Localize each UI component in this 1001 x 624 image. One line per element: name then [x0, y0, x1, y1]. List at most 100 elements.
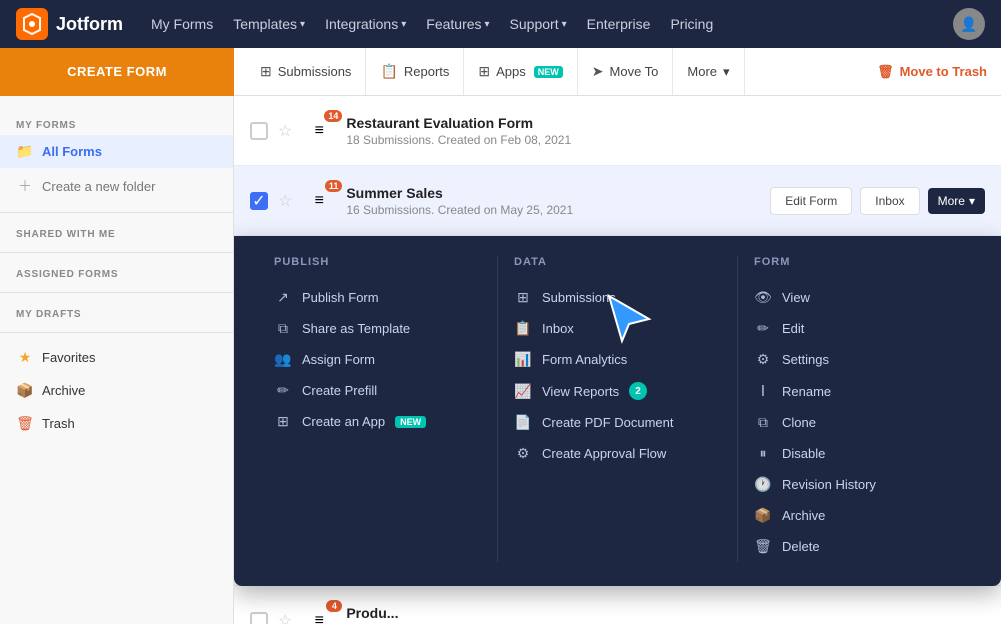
form-star-0[interactable]: ☆ [278, 121, 292, 141]
archive-item[interactable]: 📦 Archive [754, 500, 961, 531]
form-checkbox-1[interactable]: ✓ [250, 192, 268, 210]
disable-item[interactable]: ⏸ Disable [754, 438, 961, 469]
data-col-title: DATA [514, 256, 721, 268]
reports-count-badge: 2 [629, 382, 647, 400]
form-name-1: Summer Sales [346, 185, 760, 201]
apps-button[interactable]: ⊞ Apps NEW [464, 48, 577, 95]
data-submissions-item[interactable]: ⊞ Submissions [514, 282, 721, 313]
analytics-icon: 📊 [514, 351, 532, 368]
create-pdf-item[interactable]: 📄 Create PDF Document [514, 407, 721, 438]
form-actions-1: Edit Form Inbox More ▾ [770, 187, 985, 215]
main-layout: MY FORMS 📁 All Forms ＋ Create a new fold… [0, 96, 1001, 624]
edit-icon: ✏ [754, 320, 772, 337]
view-item[interactable]: 👁 View [754, 282, 961, 313]
data-inbox-icon: 📋 [514, 320, 532, 337]
nav-my-forms[interactable]: My Forms [151, 16, 213, 32]
form-info-1: Summer Sales 16 Submissions. Created on … [346, 185, 760, 217]
trash-icon: 🗑 [877, 64, 894, 80]
form-count-1: 11 [325, 180, 343, 192]
publish-form-item[interactable]: ↗ Publish Form [274, 282, 481, 313]
form-star-1[interactable]: ☆ [278, 191, 292, 211]
form-star-7[interactable]: ☆ [278, 611, 292, 624]
shared-section-title: SHARED WITH ME [0, 221, 233, 244]
sidebar-divider-4 [0, 332, 233, 333]
form-row-7: ☆ ≡ 4 Produ... 4 Subm... [234, 586, 1001, 624]
data-submissions-icon: ⊞ [514, 289, 532, 306]
sidebar-create-folder[interactable]: ＋ Create a new folder [0, 168, 233, 204]
user-avatar[interactable]: 👤 [953, 8, 985, 40]
approval-icon: ⚙ [514, 445, 532, 462]
form-checkbox-7[interactable] [250, 612, 268, 624]
share-icon: ⧉ [274, 320, 292, 337]
form-col-title: FORM [754, 256, 961, 268]
moveto-icon: ➤ [592, 63, 604, 80]
more-label: More [938, 194, 965, 208]
delete-item[interactable]: 🗑 Delete [754, 531, 961, 562]
nav-templates[interactable]: Templates ▾ [233, 16, 305, 32]
clone-item[interactable]: ⧉ Clone [754, 407, 961, 438]
submissions-button[interactable]: ⊞ Submissions [246, 48, 366, 95]
reports-button[interactable]: 📋 Reports [366, 48, 464, 95]
toolbar-actions: ⊞ Submissions 📋 Reports ⊞ Apps NEW ➤ Mov… [234, 48, 757, 95]
nav-integrations[interactable]: Integrations ▾ [325, 16, 406, 32]
move-to-trash-button[interactable]: 🗑 Move to Trash [863, 48, 1001, 95]
rename-item[interactable]: Ⅰ Rename [754, 375, 961, 407]
edit-item[interactable]: ✏ Edit [754, 313, 961, 344]
share-template-item[interactable]: ⧉ Share as Template [274, 313, 481, 344]
nav-support[interactable]: Support ▾ [510, 16, 567, 32]
moveto-button[interactable]: ➤ Move To [578, 48, 674, 95]
templates-chevron: ▾ [300, 19, 305, 30]
sidebar-trash[interactable]: 🗑 Trash [0, 407, 233, 440]
publish-col-title: PUBLISH [274, 256, 481, 268]
nav-features[interactable]: Features ▾ [426, 16, 489, 32]
my-forms-section-title: MY FORMS [0, 112, 233, 135]
more-dropdown-menu: PUBLISH ↗ Publish Form ⧉ Share as Templa… [234, 236, 1001, 586]
more-chevron-icon: ▾ [723, 64, 730, 80]
sidebar-favorites[interactable]: ★ Favorites [0, 341, 233, 374]
sidebar-divider-2 [0, 252, 233, 253]
add-folder-icon: ＋ [16, 176, 34, 196]
revision-history-item[interactable]: 🕐 Revision History [754, 469, 961, 500]
toolbar: CREATE FORM ⊞ Submissions 📋 Reports ⊞ Ap… [0, 48, 1001, 96]
edit-form-button[interactable]: Edit Form [770, 187, 852, 215]
archive-icon: 📦 [16, 382, 34, 399]
assign-form-item[interactable]: 👥 Assign Form [274, 344, 481, 375]
form-meta-1: 16 Submissions. Created on May 25, 2021 [346, 203, 760, 217]
folder-icon: 📁 [16, 143, 34, 160]
view-icon: 👁 [754, 289, 772, 306]
nav-pricing[interactable]: Pricing [670, 16, 713, 32]
form-row-0: ☆ ≡ 14 Restaurant Evaluation Form 18 Sub… [234, 96, 1001, 166]
form-info-0: Restaurant Evaluation Form 18 Submission… [346, 115, 985, 147]
features-chevron: ▾ [485, 19, 490, 30]
create-approval-item[interactable]: ⚙ Create Approval Flow [514, 438, 721, 469]
form-count-0: 14 [324, 110, 342, 122]
create-app-item[interactable]: ⊞ Create an App NEW [274, 406, 481, 437]
star-icon: ★ [16, 349, 34, 366]
assigned-section-title: ASSIGNED FORMS [0, 261, 233, 284]
data-inbox-item[interactable]: 📋 Inbox [514, 313, 721, 344]
view-reports-item[interactable]: 📈 View Reports 2 [514, 375, 721, 407]
pdf-icon: 📄 [514, 414, 532, 431]
logo[interactable]: Jotform [16, 8, 123, 40]
more-button[interactable]: More ▾ [673, 48, 744, 95]
create-app-new-badge: NEW [395, 416, 426, 428]
form-row-1: ✓ ☆ ≡ 11 Summer Sales 16 Submissions. Cr… [234, 166, 1001, 236]
form-checkbox-0[interactable] [250, 122, 268, 140]
trash-sidebar-icon: 🗑 [16, 415, 34, 432]
settings-item[interactable]: ⚙ Settings [754, 344, 961, 375]
delete-icon: 🗑 [754, 538, 772, 555]
data-column: DATA ⊞ Submissions 📋 Inbox 📊 Form Analyt… [498, 256, 738, 562]
form-name-7: Produ... [346, 605, 985, 621]
form-analytics-item[interactable]: 📊 Form Analytics [514, 344, 721, 375]
inbox-button[interactable]: Inbox [860, 187, 919, 215]
form-column: FORM 👁 View ✏ Edit ⚙ Settings [738, 256, 977, 562]
apps-icon: ⊞ [478, 63, 490, 80]
row-more-button[interactable]: More ▾ [928, 188, 985, 214]
sidebar-all-forms[interactable]: 📁 All Forms [0, 135, 233, 168]
create-form-button[interactable]: CREATE FORM [0, 48, 234, 96]
create-prefill-item[interactable]: ✏ Create Prefill [274, 375, 481, 406]
nav-enterprise[interactable]: Enterprise [587, 16, 651, 32]
app-icon: ⊞ [274, 413, 292, 430]
form-meta-0: 18 Submissions. Created on Feb 08, 2021 [346, 133, 985, 147]
sidebar-archive[interactable]: 📦 Archive [0, 374, 233, 407]
